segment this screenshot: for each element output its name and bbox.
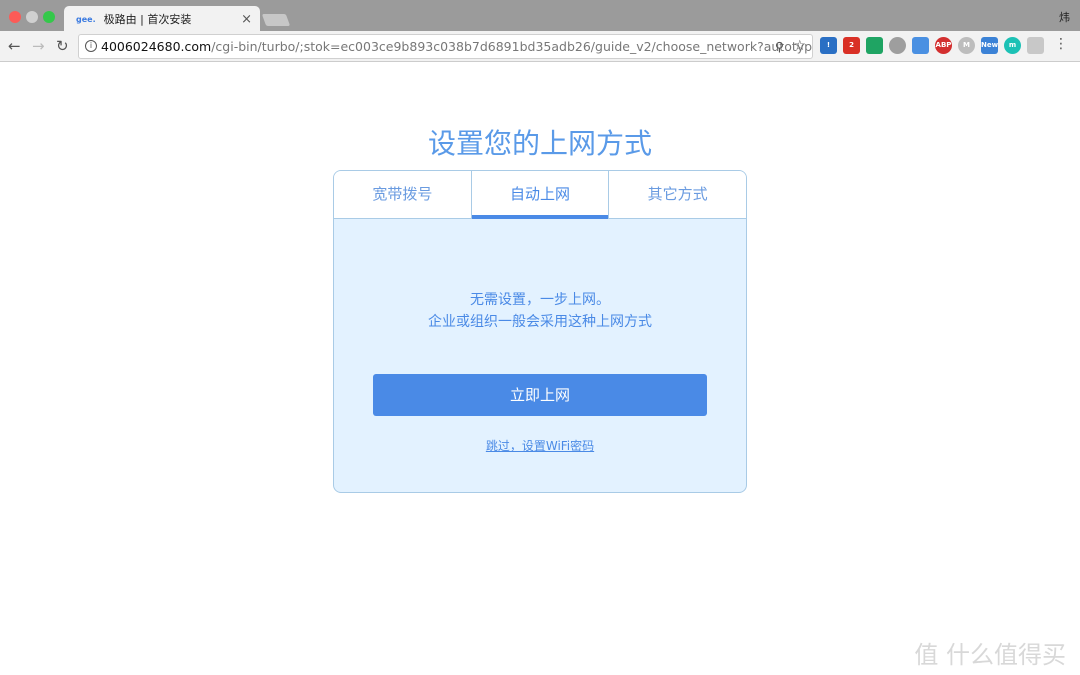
address-bar[interactable]: i 4006024680.com/cgi-bin/turbo/;stok=ec0… [78, 34, 813, 59]
news-icon[interactable]: New [981, 37, 998, 54]
url-path: /cgi-bin/turbo/;stok=ec003ce9b893c038b7d… [211, 39, 813, 54]
profile-name[interactable]: 炜 [1059, 9, 1070, 25]
adblock-icon[interactable]: ABP [935, 37, 952, 54]
minimize-window-button[interactable] [26, 11, 38, 23]
maximize-window-button[interactable] [43, 11, 55, 23]
outlook-icon[interactable]: ! [820, 37, 837, 54]
connect-now-button[interactable]: 立即上网 [373, 374, 707, 416]
close-window-button[interactable] [9, 11, 21, 23]
browser-toolbar: ← → ↻ i 4006024680.com/cgi-bin/turbo/;st… [0, 31, 1080, 62]
info-icon[interactable]: i [85, 40, 97, 52]
extensions-bar: ! 2 ABP M New m [820, 37, 1044, 54]
close-tab-icon[interactable]: × [241, 12, 252, 27]
url-host: 4006024680.com [101, 39, 212, 54]
gmail-icon[interactable]: 2 [843, 37, 860, 54]
reload-icon[interactable]: ↻ [56, 37, 69, 55]
green-dot-icon[interactable] [889, 37, 906, 54]
network-setup-card: 宽带拨号 自动上网 其它方式 无需设置，一步上网。 企业或组织一般会采用这种上网… [333, 170, 747, 493]
site-logo-icon: gee. [76, 14, 96, 24]
back-icon[interactable]: ← [8, 37, 21, 55]
description-line-1: 无需设置，一步上网。 [470, 292, 610, 308]
browser-tab[interactable]: gee. 极路由 | 首次安装 × [64, 6, 260, 32]
title-bar: gee. 极路由 | 首次安装 × 炜 [0, 0, 1080, 32]
skip-link[interactable]: 跳过，设置WiFi密码 [334, 437, 746, 454]
m-icon[interactable]: M [958, 37, 975, 54]
forward-icon[interactable]: → [32, 37, 45, 55]
description: 无需设置，一步上网。 企业或组织一般会采用这种上网方式 [334, 289, 746, 333]
connection-type-tabs: 宽带拨号 自动上网 其它方式 [334, 171, 746, 219]
page-title: 设置您的上网方式 [427, 127, 652, 160]
teal-m-icon[interactable]: m [1004, 37, 1021, 54]
tab-other[interactable]: 其它方式 [608, 171, 746, 218]
tab-auto[interactable]: 自动上网 [470, 171, 609, 219]
bookmark-icon[interactable] [912, 37, 929, 54]
description-line-2: 企业或组织一般会采用这种上网方式 [428, 314, 652, 330]
tab-pppoe[interactable]: 宽带拨号 [334, 171, 471, 218]
tab-title: 极路由 | 首次安装 [103, 13, 192, 26]
bookmark-star-icon[interactable]: ☆ [793, 35, 806, 58]
key-icon[interactable]: ⚲ [775, 35, 784, 58]
bird-icon[interactable] [1027, 37, 1044, 54]
watermark: 值 什么值得买 [914, 641, 1066, 669]
new-tab-button[interactable] [261, 14, 291, 26]
menu-icon[interactable]: ⋮ [1054, 36, 1068, 52]
drive-icon[interactable] [866, 37, 883, 54]
